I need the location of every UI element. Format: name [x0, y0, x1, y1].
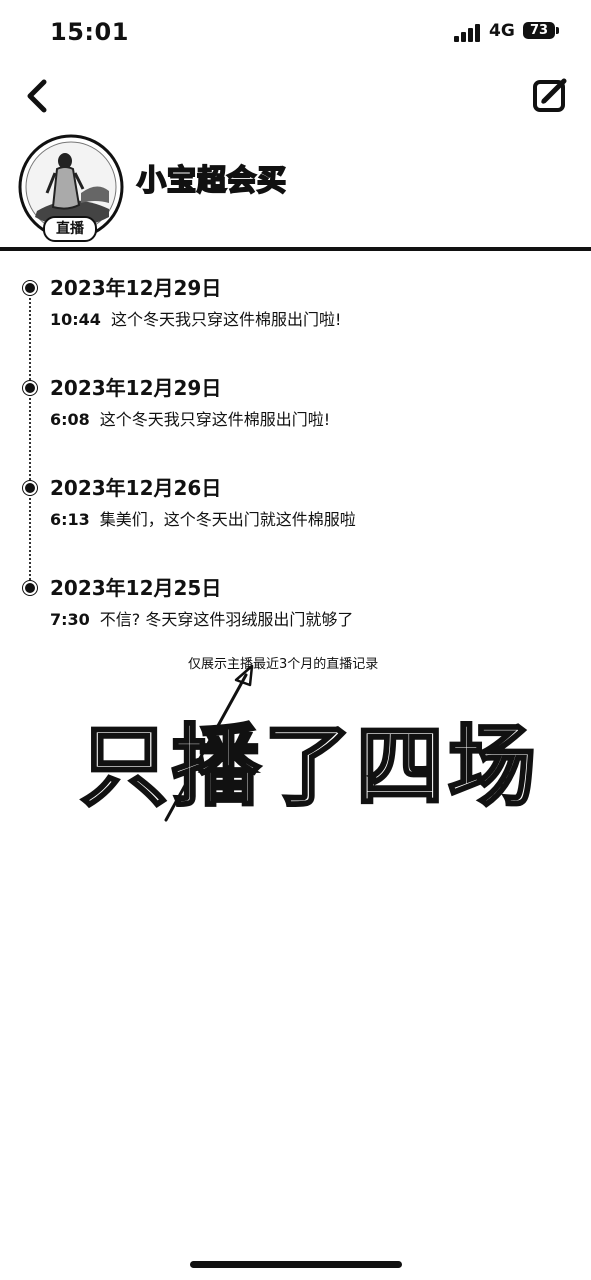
record-title: 不信? 冬天穿这件羽绒服出门就够了: [99, 610, 354, 629]
live-record[interactable]: 2023年12月25日 7:30 不信? 冬天穿这件羽绒服出门就够了: [0, 572, 591, 642]
live-record[interactable]: 2023年12月29日 10:44 这个冬天我只穿这件棉服出门啦!: [0, 272, 591, 342]
chevron-left-icon: [27, 79, 47, 113]
record-date: 2023年12月29日: [50, 276, 222, 300]
timeline-dot-icon: [23, 481, 37, 495]
header-divider: [0, 247, 591, 251]
home-indicator[interactable]: [190, 1261, 402, 1268]
record-time: 6:08: [50, 410, 90, 429]
live-badge: 直播: [43, 216, 97, 242]
signal-icon: [454, 24, 484, 42]
record-time: 6:13: [50, 510, 90, 529]
record-title: 这个冬天我只穿这件棉服出门啦!: [99, 410, 331, 429]
back-button[interactable]: [20, 76, 56, 116]
record-title: 这个冬天我只穿这件棉服出门啦!: [110, 310, 342, 329]
live-record[interactable]: 2023年12月29日 6:08 这个冬天我只穿这件棉服出门啦!: [0, 372, 591, 442]
status-time: 15:01: [50, 18, 129, 46]
edit-button[interactable]: [531, 76, 569, 114]
network-type: 4G: [489, 21, 515, 41]
timeline-dot-icon: [23, 581, 37, 595]
timeline-dot-icon: [23, 281, 37, 295]
anchor-name: 小宝超会买: [136, 162, 288, 198]
record-date: 2023年12月25日: [50, 576, 222, 600]
timeline-dot-icon: [23, 381, 37, 395]
record-time: 7:30: [50, 610, 90, 629]
record-date: 2023年12月29日: [50, 376, 222, 400]
record-date: 2023年12月26日: [50, 476, 222, 500]
record-title: 集美们，这个冬天出门就这件棉服啦: [99, 510, 356, 529]
status-bar: 15:01 4G 73: [0, 0, 591, 64]
record-time: 10:44: [50, 310, 101, 329]
annotation-text: 只播了四场: [78, 714, 541, 820]
edit-square-icon: [533, 78, 567, 112]
battery-icon: 73: [523, 22, 559, 39]
live-record[interactable]: 2023年12月26日 6:13 集美们，这个冬天出门就这件棉服啦: [0, 472, 591, 542]
